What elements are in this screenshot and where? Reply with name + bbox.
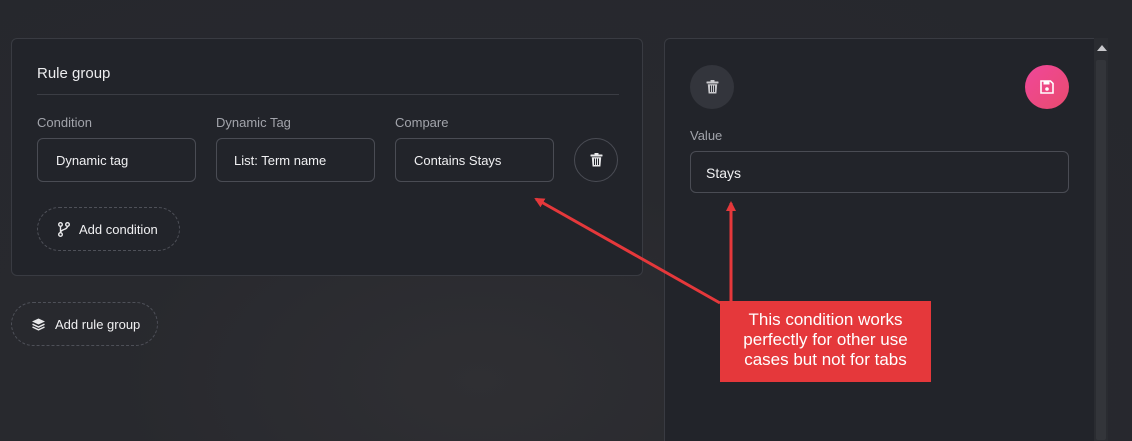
arrow-to-compare-field <box>534 197 721 305</box>
annotation-arrows <box>534 197 736 305</box>
annotation-callout: This condition works perfectly for other… <box>720 301 931 382</box>
